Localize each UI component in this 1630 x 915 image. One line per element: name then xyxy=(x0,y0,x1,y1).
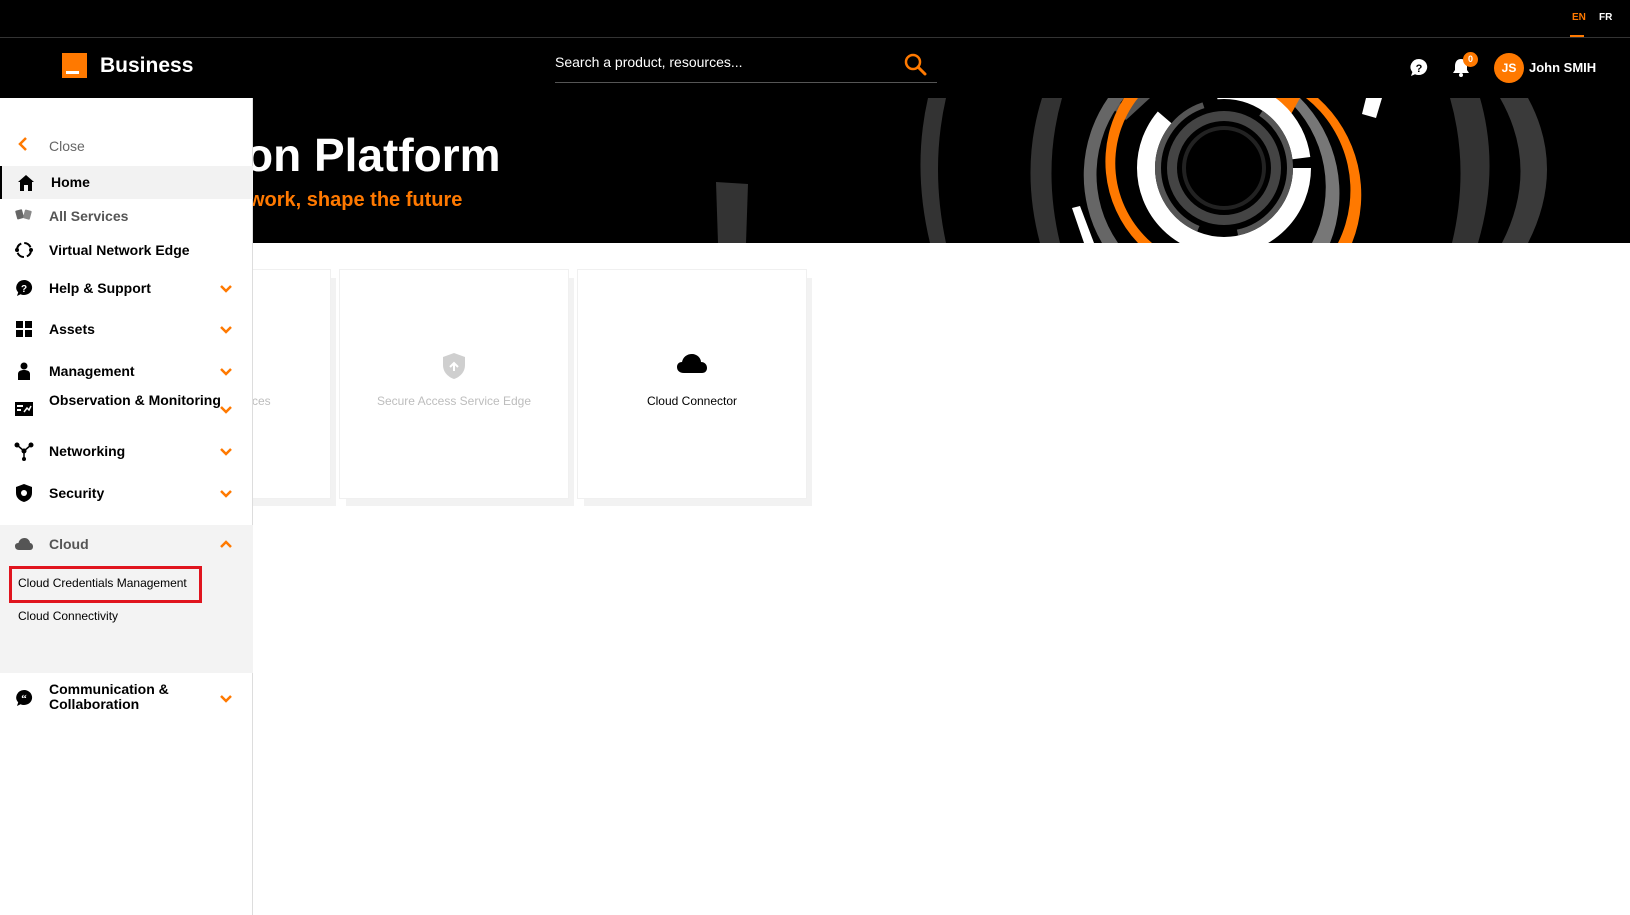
sidebar-item-assets[interactable]: Assets xyxy=(0,312,253,346)
service-card-sase[interactable]: Secure Access Service Edge xyxy=(340,270,568,498)
network-icon xyxy=(14,442,34,461)
card-label: ces xyxy=(252,394,271,408)
sidebar-item-label: Networking xyxy=(49,443,126,459)
home-icon xyxy=(18,175,34,191)
top-header: Business Search a product, resources... … xyxy=(0,38,1630,98)
person-icon xyxy=(18,362,30,380)
sidebar-item-communication-collaboration[interactable]: “ Communication & Collaboration xyxy=(0,678,253,718)
lang-en-button[interactable]: EN xyxy=(1572,12,1586,23)
sidebar-item-all-services[interactable]: All Services xyxy=(0,201,253,231)
language-bar: EN FR xyxy=(0,0,1630,38)
sidebar-item-label: Assets xyxy=(49,321,95,337)
chevron-down-icon[interactable] xyxy=(219,405,233,415)
chat-quote-icon: “ xyxy=(16,689,33,706)
chevron-down-icon[interactable] xyxy=(219,489,233,499)
lang-fr-button[interactable]: FR xyxy=(1599,12,1612,23)
card-label: Secure Access Service Edge xyxy=(376,394,532,408)
sidebar-item-networking[interactable]: Networking xyxy=(0,434,253,468)
chevron-down-icon[interactable] xyxy=(219,325,233,335)
navigation-drawer: Close Home All Services Virtual Network … xyxy=(0,98,253,915)
service-card-cloud-connector[interactable]: Cloud Connector xyxy=(578,270,806,498)
svg-text:“: “ xyxy=(21,693,27,705)
shield-icon xyxy=(443,353,465,379)
sidebar-item-security[interactable]: Security xyxy=(0,476,253,510)
shield-icon xyxy=(16,484,32,502)
sidebar-item-home[interactable]: Home xyxy=(0,166,253,199)
close-drawer-button[interactable]: Close xyxy=(0,134,253,156)
svg-text:?: ? xyxy=(21,284,27,295)
search-icon[interactable] xyxy=(903,52,927,76)
sidebar-item-label: All Services xyxy=(49,208,129,224)
grid-icon xyxy=(16,321,32,337)
monitor-icon xyxy=(15,402,33,416)
sidebar-item-observation-monitoring[interactable]: Observation & Monitoring xyxy=(0,389,253,429)
chevron-up-icon[interactable] xyxy=(219,539,233,549)
services-icon xyxy=(15,209,32,220)
sidebar-item-label: Help & Support xyxy=(49,280,151,296)
sidebar-item-label: Management xyxy=(49,363,135,379)
lang-active-indicator xyxy=(1570,35,1584,37)
help-bubble-icon[interactable]: ? xyxy=(1409,58,1429,78)
notification-count-badge: 0 xyxy=(1463,52,1478,67)
user-name[interactable]: John SMIH xyxy=(1529,60,1596,75)
sidebar-item-management[interactable]: Management xyxy=(0,354,253,388)
close-label: Close xyxy=(49,138,85,154)
hero-subtitle: work, shape the future xyxy=(249,189,463,211)
vne-icon xyxy=(15,242,33,258)
sidebar-item-label: Virtual Network Edge xyxy=(49,242,190,258)
highlight-annotation-box xyxy=(9,566,202,603)
sidebar-item-label: Home xyxy=(51,174,90,190)
sidebar-item-virtual-network-edge[interactable]: Virtual Network Edge xyxy=(0,234,253,266)
chevron-down-icon[interactable] xyxy=(219,367,233,377)
cloud-icon xyxy=(677,354,707,373)
user-avatar[interactable]: JS xyxy=(1494,53,1524,83)
sidebar-item-label: Security xyxy=(49,485,105,501)
brand-name[interactable]: Business xyxy=(100,54,193,78)
svg-text:?: ? xyxy=(1416,63,1423,75)
search-input[interactable]: Search a product, resources... xyxy=(555,54,743,70)
help-bubble-icon: ? xyxy=(16,279,33,296)
chevron-left-icon xyxy=(18,137,27,151)
sidebar-item-label: Observation & Monitoring xyxy=(49,392,221,408)
hero-title: on Platform xyxy=(245,129,501,181)
chevron-down-icon[interactable] xyxy=(219,284,233,294)
sidebar-item-label: Cloud xyxy=(49,536,89,552)
sidebar-item-cloud[interactable]: Cloud xyxy=(0,525,253,563)
sidebar-subitem-cloud-connectivity[interactable]: Cloud Connectivity xyxy=(18,609,118,623)
search-box[interactable]: Search a product, resources... xyxy=(555,48,937,83)
chevron-down-icon[interactable] xyxy=(219,447,233,457)
sidebar-item-help-support[interactable]: ? Help & Support xyxy=(0,271,253,305)
orange-logo[interactable] xyxy=(62,53,87,78)
card-label: Cloud Connector xyxy=(646,394,738,408)
cloud-icon xyxy=(15,538,33,550)
chevron-down-icon[interactable] xyxy=(219,694,233,704)
